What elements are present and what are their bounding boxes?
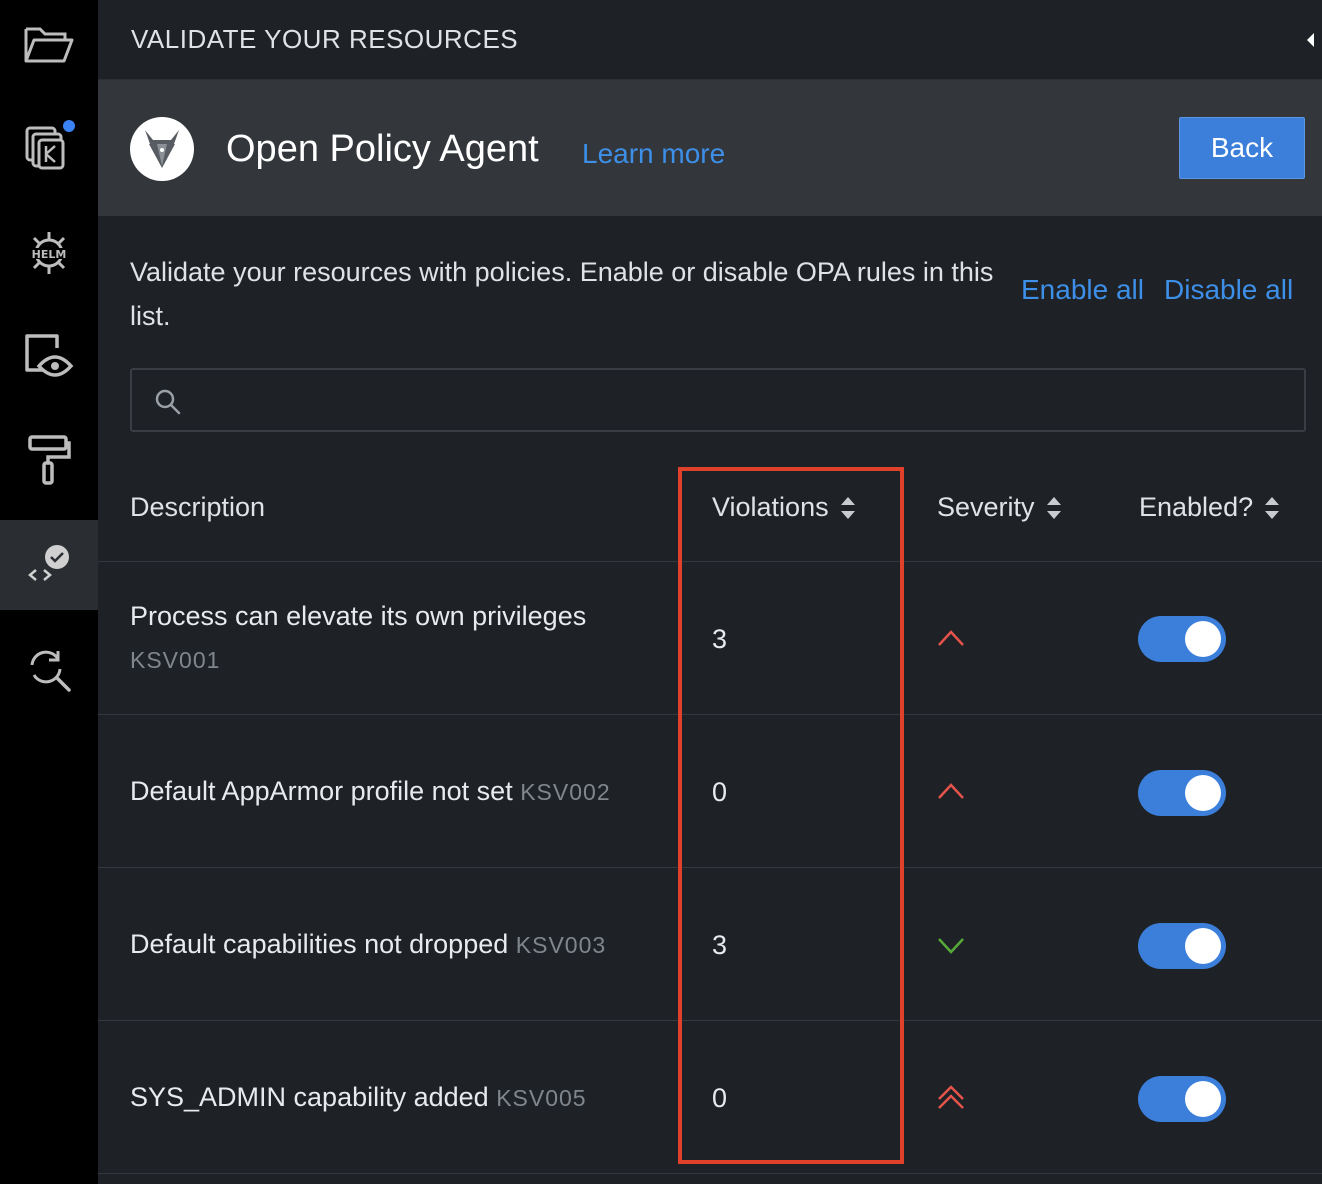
rule-id: KSV003 (515, 932, 607, 958)
activity-helm[interactable]: HELM (0, 208, 98, 298)
rule-description: Default capabilities not dropped KSV003 (130, 924, 606, 965)
paint-roller-icon (28, 435, 71, 485)
rule-enabled-toggle[interactable] (1138, 770, 1226, 816)
svg-text:HELM: HELM (32, 248, 67, 261)
table-row[interactable]: SYS_ADMIN capability added KSV005 0 (98, 1021, 1322, 1174)
collapse-panel-icon[interactable] (1307, 33, 1314, 47)
rule-description: SYS_ADMIN capability added KSV005 (130, 1077, 587, 1118)
description-text: Validate your resources with policies. E… (130, 257, 994, 331)
severity-medium-icon (938, 783, 964, 799)
severity-cell (936, 626, 966, 655)
column-severity-label: Severity (937, 492, 1035, 522)
severity-cell (936, 1083, 966, 1118)
learn-more-link[interactable]: Learn more (582, 138, 725, 170)
panel-title: VALIDATE YOUR RESOURCES (131, 24, 519, 54)
severity-high-icon (938, 1085, 964, 1109)
column-violations-label: Violations (712, 492, 829, 522)
activity-validation[interactable] (0, 520, 98, 610)
activity-preview[interactable] (0, 310, 98, 400)
rule-description: Process can elevate its own privileges K… (130, 596, 586, 680)
app-window: HELM VALIDATE YOUR RESOURCES Open Policy… (0, 0, 1322, 1184)
sort-icon (1046, 496, 1061, 519)
activity-resources[interactable] (0, 103, 98, 193)
table-header: Description Violations Severity Enabled? (98, 466, 1322, 562)
violations-count: 0 (712, 1083, 728, 1113)
violations-count: 3 (712, 624, 728, 654)
validation-icon (28, 545, 69, 581)
sort-icon (840, 496, 855, 519)
back-button[interactable]: Back (1179, 117, 1305, 179)
enable-all-link[interactable]: Enable all (1021, 274, 1144, 306)
toggle-knob (1185, 621, 1221, 657)
severity-low-icon (938, 938, 964, 954)
table-row[interactable]: Default AppArmor profile not set KSV002 … (98, 715, 1322, 868)
folder-icon (24, 27, 74, 63)
rule-enabled-toggle[interactable] (1138, 616, 1226, 662)
column-enabled[interactable]: Enabled? (1139, 492, 1281, 523)
table-row[interactable]: Default capabilities not dropped KSV003 … (98, 868, 1322, 1021)
activity-explorer[interactable] (0, 0, 98, 90)
activity-bar: HELM (0, 0, 98, 1184)
preview-icon (25, 334, 74, 377)
toggle-knob (1185, 928, 1221, 964)
sort-icon (1265, 496, 1280, 519)
table-row[interactable]: Process can elevate its own privileges K… (98, 562, 1322, 715)
column-description: Description (130, 492, 265, 523)
rule-title: Default AppArmor profile not set (130, 776, 513, 806)
severity-cell (936, 934, 966, 963)
search-icon (155, 389, 181, 415)
rule-title: Default capabilities not dropped (130, 929, 509, 959)
toggle-knob (1185, 775, 1221, 811)
toggle-knob (1185, 1081, 1221, 1117)
notification-badge (63, 120, 75, 132)
rule-enabled-toggle[interactable] (1138, 923, 1226, 969)
activity-templates[interactable] (0, 415, 98, 505)
severity-medium-icon (938, 630, 964, 646)
severity-cell (936, 779, 966, 808)
violations-count: 0 (712, 777, 728, 807)
rule-enabled-toggle[interactable] (1138, 1076, 1226, 1122)
disable-all-link[interactable]: Disable all (1164, 274, 1293, 306)
column-description-label: Description (130, 492, 266, 522)
rule-id: KSV005 (496, 1085, 587, 1111)
violations-count: 3 (712, 930, 728, 960)
search-input[interactable] (192, 376, 1292, 424)
rule-description: Default AppArmor profile not set KSV002 (130, 771, 611, 812)
panel-title-bar: VALIDATE YOUR RESOURCES (98, 0, 1322, 80)
helm-icon: HELM (31, 232, 67, 274)
page-title: Open Policy Agent (226, 128, 539, 170)
column-enabled-label: Enabled? (1139, 492, 1254, 522)
kubernetes-resources-icon (25, 120, 75, 170)
opa-header: Open Policy Agent Learn more Back (98, 80, 1322, 216)
search-box[interactable] (130, 368, 1306, 432)
activity-search[interactable] (0, 625, 98, 715)
column-violations[interactable]: Violations (712, 492, 857, 523)
column-severity[interactable]: Severity (937, 492, 1063, 523)
opa-logo-icon (145, 130, 179, 168)
opa-logo (130, 117, 194, 181)
rule-id: KSV002 (520, 779, 611, 805)
rule-title: SYS_ADMIN capability added (130, 1082, 489, 1112)
rule-title: Process can elevate its own privileges (130, 601, 587, 631)
validation-panel: VALIDATE YOUR RESOURCES Open Policy Agen… (98, 0, 1322, 1184)
search-refresh-icon (30, 650, 71, 692)
rule-id: KSV001 (130, 647, 221, 673)
